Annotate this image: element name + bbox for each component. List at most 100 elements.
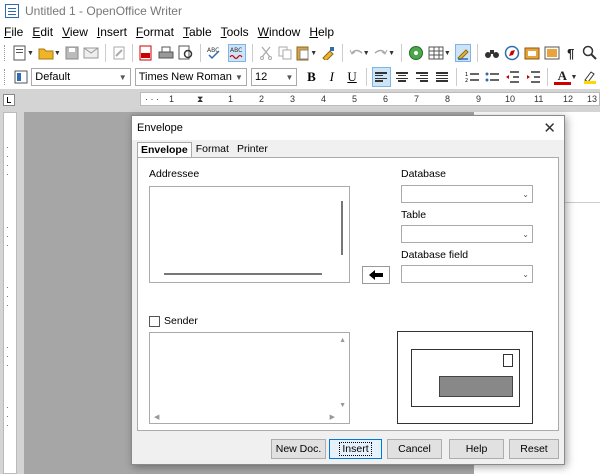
increase-indent-icon[interactable]	[525, 68, 541, 86]
database-select[interactable]: ⌄	[401, 185, 533, 203]
spellcheck-icon[interactable]: ABC	[206, 44, 224, 62]
table-select[interactable]: ⌄	[401, 225, 533, 243]
open-dropdown-icon[interactable]: ▼	[54, 50, 61, 57]
toolbar-grip[interactable]	[4, 45, 7, 61]
new-doc-button[interactable]: New Doc.	[271, 439, 326, 459]
toolbar-grip[interactable]	[4, 69, 7, 85]
open-folder-icon[interactable]	[38, 44, 54, 62]
find-replace-icon[interactable]	[484, 44, 500, 62]
insert-field-button[interactable]	[362, 266, 390, 284]
addressee-textarea[interactable]	[149, 186, 350, 283]
menu-view[interactable]: View	[62, 25, 88, 39]
font-name-value: Times New Roman	[138, 71, 232, 83]
decrease-indent-icon[interactable]	[504, 68, 520, 86]
navigator-icon[interactable]	[408, 44, 424, 62]
menu-table[interactable]: Table	[183, 25, 212, 39]
redo-dropdown-icon[interactable]: ▼	[388, 50, 395, 57]
edit-file-icon[interactable]	[112, 44, 126, 62]
toolbar-separator	[341, 44, 343, 62]
scroll-down-icon[interactable]: ▼	[339, 402, 346, 409]
align-left-button[interactable]	[372, 67, 391, 87]
new-dropdown-icon[interactable]: ▼	[27, 50, 34, 57]
sender-checkbox-row[interactable]: Sender	[149, 315, 198, 327]
chevron-down-icon: ▼	[235, 72, 243, 82]
italic-button[interactable]: I	[323, 67, 341, 87]
scroll-up-icon[interactable]: ▲	[339, 337, 346, 344]
draw-functions-icon[interactable]	[454, 44, 471, 62]
help-label: Help	[465, 443, 488, 455]
undo-dropdown-icon[interactable]: ▼	[363, 50, 370, 57]
email-icon[interactable]	[83, 44, 99, 62]
svg-text:ABC: ABC	[230, 47, 242, 54]
align-left-icon	[375, 72, 388, 82]
menu-insert[interactable]: Insert	[97, 25, 127, 39]
vertical-ruler[interactable]: · · · · · · · · · · · · · · · ·	[3, 112, 17, 474]
paragraph-style-select[interactable]: Default ▼	[31, 68, 131, 86]
print-preview-icon[interactable]	[178, 44, 194, 62]
undo-icon[interactable]	[348, 44, 363, 62]
tab-format[interactable]: Format	[192, 141, 233, 157]
autospellcheck-icon[interactable]: ABC	[228, 44, 247, 62]
ruler-indent-marker[interactable]: ⧗	[197, 94, 203, 105]
table-dropdown-icon[interactable]: ▼	[444, 50, 451, 57]
clone-formatting-icon[interactable]	[321, 44, 335, 62]
vertical-scrollbar[interactable]	[341, 201, 343, 255]
sender-checkbox[interactable]	[149, 315, 160, 327]
font-size-select[interactable]: 12 ▼	[250, 68, 298, 86]
database-field-select[interactable]: ⌄	[401, 265, 533, 283]
gallery-icon[interactable]	[504, 44, 520, 62]
font-name-select[interactable]: Times New Roman ▼	[134, 68, 247, 86]
toolbar-separator	[476, 44, 478, 62]
new-document-icon[interactable]	[13, 44, 27, 62]
tab-stop-selector[interactable]	[3, 94, 15, 106]
zoom-icon[interactable]	[582, 44, 598, 62]
database-field-label: Database field	[401, 249, 469, 261]
chevron-down-icon: ⌄	[522, 269, 529, 279]
font-color-icon[interactable]: A	[554, 68, 571, 85]
ruler-tick: 11	[534, 94, 544, 104]
reset-button[interactable]: Reset	[509, 439, 559, 459]
gallery-images-icon[interactable]	[544, 44, 560, 62]
help-button[interactable]: Help	[449, 439, 504, 459]
justify-button[interactable]	[433, 67, 451, 87]
menu-edit[interactable]: Edit	[32, 25, 53, 39]
menu-tools[interactable]: Tools	[221, 25, 249, 39]
styles-formatting-icon[interactable]	[13, 68, 29, 86]
underline-button[interactable]: U	[343, 67, 361, 87]
horizontal-scrollbar[interactable]	[164, 273, 322, 275]
sender-textarea[interactable]: ▲ ▼ ◀ ▶	[149, 332, 350, 424]
database-label: Database	[401, 168, 446, 180]
font-color-dropdown-icon[interactable]: ▼	[571, 74, 578, 81]
menu-file[interactable]: File	[4, 25, 23, 39]
close-icon[interactable]: ✕	[543, 121, 556, 136]
export-pdf-icon[interactable]	[139, 44, 153, 62]
menu-window[interactable]: Window	[258, 25, 301, 39]
save-icon[interactable]	[65, 44, 79, 62]
cut-icon[interactable]	[259, 44, 273, 62]
copy-icon[interactable]	[278, 44, 292, 62]
menu-bar: File Edit View Insert Format Table Tools…	[0, 22, 600, 41]
align-right-button[interactable]	[413, 67, 431, 87]
menu-help[interactable]: Help	[309, 25, 334, 39]
paste-icon[interactable]	[296, 44, 310, 62]
insert-button[interactable]: Insert	[329, 439, 382, 459]
cancel-button[interactable]: Cancel	[387, 439, 442, 459]
bullets-icon[interactable]	[484, 68, 500, 86]
bold-button[interactable]: B	[302, 67, 320, 87]
tab-printer[interactable]: Printer	[233, 141, 272, 157]
tab-envelope[interactable]: Envelope	[137, 142, 192, 157]
align-center-button[interactable]	[393, 67, 411, 87]
table-icon[interactable]	[428, 44, 444, 62]
numbering-icon[interactable]: 12	[463, 68, 479, 86]
print-icon[interactable]	[158, 44, 174, 62]
insert-label: Insert	[339, 442, 372, 456]
scroll-right-icon[interactable]: ▶	[330, 413, 335, 421]
formatting-marks-icon[interactable]: ¶	[564, 44, 578, 62]
highlighting-icon[interactable]	[581, 68, 597, 86]
horizontal-ruler[interactable]: · · · 1 ⧗ 1 2 3 4 5 6 7 8 9 10 11 12 13	[140, 92, 600, 106]
redo-icon[interactable]	[374, 44, 388, 62]
menu-format[interactable]: Format	[136, 25, 174, 39]
data-sources-icon[interactable]	[524, 44, 540, 62]
paste-dropdown-icon[interactable]: ▼	[310, 50, 317, 57]
scroll-left-icon[interactable]: ◀	[154, 413, 159, 421]
